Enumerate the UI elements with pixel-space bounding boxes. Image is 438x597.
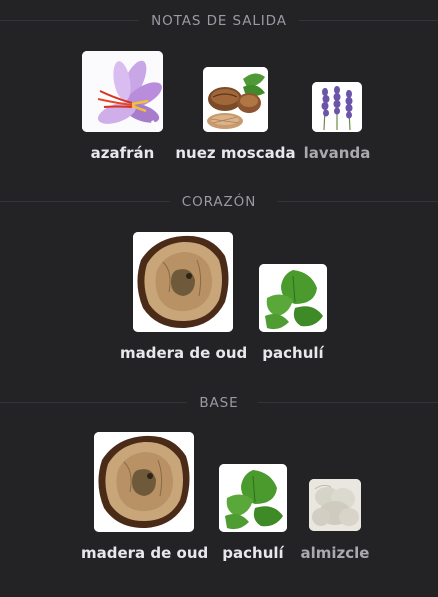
patchouli-leaf-icon [219,464,287,532]
note-oud-wood[interactable] [133,232,233,332]
note-label: lavanda [303,144,371,162]
note-label: pachulí [262,344,324,362]
divider-line [277,201,438,202]
note-label: azafrán [90,144,155,162]
note-oud-wood[interactable] [94,432,194,532]
lavender-icon [312,82,362,132]
nutmeg-icon [203,67,268,132]
note-label: pachulí [222,544,284,562]
section-header-base-notes: BASE [0,393,438,413]
note-musk[interactable] [309,479,361,531]
note-label: madera de oud [81,544,209,562]
patchouli-leaf-icon [259,264,327,332]
section-header-heart-notes: CORAZÓN [0,192,438,212]
divider-line [258,402,438,403]
divider-line [0,20,142,21]
saffron-flower-icon [82,51,163,132]
note-patchouli[interactable] [219,464,287,532]
section-title: CORAZÓN [169,194,269,210]
oud-wood-icon [133,232,233,332]
divider-line [0,402,194,403]
divider-line [296,20,438,21]
section-title: BASE [187,395,251,411]
oud-wood-icon [94,432,194,532]
note-label: nuez moscada [175,144,296,162]
note-saffron[interactable] [82,51,163,132]
section-header-top-notes: NOTAS DE SALIDA [0,11,438,31]
section-title: NOTAS DE SALIDA [139,13,299,29]
note-label: madera de oud [120,344,248,362]
note-label: almizcle [300,544,370,562]
note-nutmeg[interactable] [203,67,268,132]
note-patchouli[interactable] [259,264,327,332]
divider-line [0,201,175,202]
musk-icon [309,479,361,531]
note-lavender[interactable] [312,82,362,132]
